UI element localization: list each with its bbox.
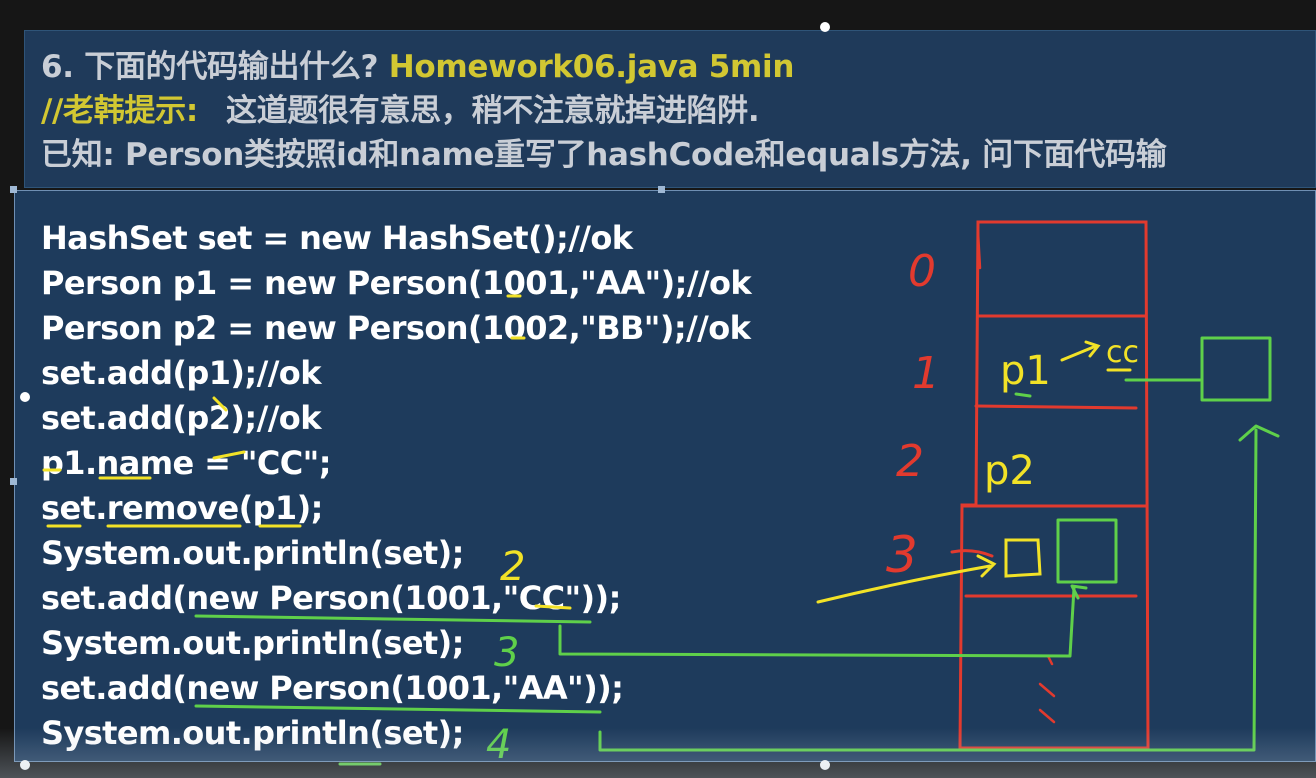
- count-after-add-cc: 3: [494, 630, 519, 676]
- cell-cc-label: cc: [1106, 335, 1139, 370]
- bucket-index-0: 0: [908, 246, 936, 297]
- bucket-index-1: 1: [912, 348, 940, 399]
- bucket-index-3: 3: [886, 526, 918, 584]
- hand-drawn-annotations: 0 1 2 3 p1 cc p2 2 3 4: [42, 220, 1280, 768]
- hash-table-drawing: [950, 220, 1150, 750]
- slide: 6. 下面的代码输出什么? Homework06.java 5min //老韩提…: [0, 0, 1316, 778]
- count-after-add-aa: 4: [486, 722, 511, 768]
- count-after-remove: 2: [500, 544, 525, 590]
- cell-p1-label: p1: [1000, 348, 1051, 394]
- bucket-index-2: 2: [896, 436, 924, 487]
- cell-p2-label: p2: [984, 448, 1035, 494]
